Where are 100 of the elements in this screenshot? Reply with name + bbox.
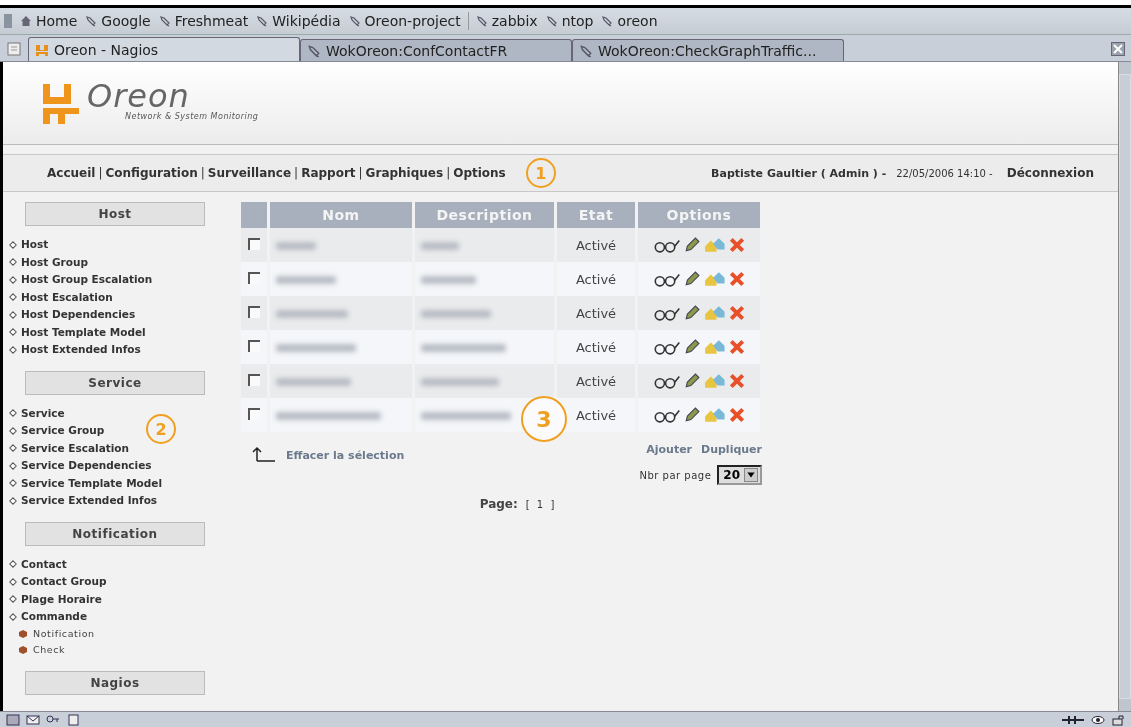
submenu-item[interactable]: Notification xyxy=(33,625,95,642)
nav-link[interactable]: Accueil xyxy=(47,166,96,180)
callout-number: 2 xyxy=(146,414,176,444)
menu-item[interactable]: Host Extended Infos xyxy=(21,341,141,359)
page-icon[interactable] xyxy=(66,713,80,726)
status-cell: Activé xyxy=(557,398,635,432)
pencil-icon[interactable] xyxy=(684,271,701,288)
glasses-icon[interactable] xyxy=(653,305,681,322)
glasses-icon[interactable] xyxy=(653,339,681,356)
bookmark-link[interactable]: oreon xyxy=(597,13,662,29)
delete-icon[interactable] xyxy=(729,237,745,254)
mail-icon[interactable] xyxy=(26,713,40,726)
glasses-icon[interactable] xyxy=(653,373,681,390)
menu-item[interactable]: Service Template Model xyxy=(21,474,163,492)
pencil-icon[interactable] xyxy=(684,373,701,390)
pin-icon xyxy=(85,15,98,27)
section-header: Notification xyxy=(25,521,205,546)
logout-link[interactable]: Déconnexion xyxy=(1006,166,1094,180)
duplicate-link[interactable]: Dupliquer xyxy=(701,443,762,456)
menu-item[interactable]: Host Escalation xyxy=(21,288,113,306)
glasses-icon[interactable] xyxy=(653,237,681,254)
delete-icon[interactable] xyxy=(729,407,745,424)
menu-item[interactable]: Host Dependencies xyxy=(21,306,136,324)
separator: | xyxy=(200,166,205,180)
separator: | xyxy=(294,166,299,180)
pencil-icon[interactable] xyxy=(684,339,701,356)
delete-icon[interactable] xyxy=(729,339,745,356)
browser-tab[interactable]: Oreon - Nagios xyxy=(28,37,300,61)
bookmark-link[interactable]: Home xyxy=(16,13,82,29)
menu-item[interactable]: Host xyxy=(21,236,49,254)
separator: | xyxy=(98,166,103,180)
bookmark-link[interactable]: Oreon-project xyxy=(344,13,465,29)
glasses-icon[interactable] xyxy=(653,407,681,424)
blurred-text xyxy=(276,276,336,284)
header-cell xyxy=(241,202,267,228)
page-label: Page: xyxy=(479,497,518,511)
eye-icon xyxy=(1091,713,1105,726)
checkbox[interactable] xyxy=(248,271,260,284)
blurred-text xyxy=(276,242,316,250)
menu-item[interactable]: Contact xyxy=(21,555,67,573)
submenu-item[interactable]: Check xyxy=(33,642,66,659)
per-page-select[interactable]: 20 xyxy=(717,465,762,485)
pencil-icon[interactable] xyxy=(684,237,701,254)
bookmark-link[interactable]: Wikipédia xyxy=(252,13,345,29)
padlock-icon xyxy=(1111,713,1125,726)
status-cell: Activé xyxy=(557,262,635,296)
toolbar-grip[interactable] xyxy=(4,14,12,28)
delete-icon[interactable] xyxy=(729,305,745,322)
menu-item[interactable]: Service Dependencies xyxy=(21,457,152,475)
page-link[interactable]: [ 1 ] xyxy=(525,498,557,510)
bookmark-link[interactable]: zabbix xyxy=(471,13,542,29)
checkbox[interactable] xyxy=(248,339,260,352)
key-icon[interactable] xyxy=(46,713,60,726)
window-icon[interactable] xyxy=(6,713,20,726)
nav-link[interactable]: Rapport xyxy=(301,166,356,180)
close-icon[interactable] xyxy=(1111,42,1125,56)
clear-selection-link[interactable]: Effacer la sélection xyxy=(286,449,405,462)
browser-tab[interactable]: WokOreon:ConfContactFR xyxy=(300,39,572,61)
checkbox[interactable] xyxy=(248,237,260,250)
pin-icon xyxy=(307,43,321,58)
status-cell: Activé xyxy=(557,228,635,262)
pin-icon xyxy=(348,15,361,27)
tagline: Network & System Monitoring xyxy=(125,111,259,121)
menu-item[interactable]: Host Group Escalation xyxy=(21,271,153,289)
nav-link[interactable]: Graphiques xyxy=(365,166,444,180)
menu-item[interactable]: Commande xyxy=(21,608,87,626)
pin-icon xyxy=(475,15,488,27)
callout-number: 1 xyxy=(525,158,556,188)
pencil-icon[interactable] xyxy=(684,305,701,322)
browser-tab[interactable]: WokOreon:CheckGraphTraffic... xyxy=(572,39,844,61)
column-header: Description xyxy=(415,202,554,228)
glasses-icon[interactable] xyxy=(653,271,681,288)
delete-icon[interactable] xyxy=(729,373,745,390)
separator: | xyxy=(446,166,451,180)
separator: | xyxy=(358,166,363,180)
checkbox[interactable] xyxy=(248,407,260,420)
delete-icon[interactable] xyxy=(729,271,745,288)
scrollbar[interactable] xyxy=(1118,62,1131,711)
section-header: Host xyxy=(25,202,205,226)
menu-item[interactable]: Service xyxy=(21,404,65,422)
bookmark-link[interactable]: Google xyxy=(81,13,155,29)
menu-item[interactable]: Host Template Model xyxy=(21,323,146,341)
section-header: Nagios xyxy=(25,670,205,695)
bookmark-link[interactable]: Freshmeat xyxy=(154,13,253,29)
checkbox[interactable] xyxy=(248,305,260,318)
nav-link[interactable]: Surveillance xyxy=(207,166,292,180)
add-link[interactable]: Ajouter xyxy=(646,443,693,456)
checkbox[interactable] xyxy=(248,373,260,386)
menu-item[interactable]: Service Escalation xyxy=(21,439,130,457)
blurred-text xyxy=(421,242,459,250)
bookmark-link[interactable]: ntop xyxy=(541,13,598,29)
nav-link[interactable]: Options xyxy=(453,166,506,180)
menu-item[interactable]: Host Group xyxy=(21,253,88,271)
pencil-icon[interactable] xyxy=(684,407,701,424)
menu-item[interactable]: Service Group xyxy=(21,422,105,440)
menu-item[interactable]: Service Extended Infos xyxy=(21,492,158,510)
menu-item[interactable]: Plage Horaire xyxy=(21,590,102,608)
nav-link[interactable]: Configuration xyxy=(105,166,198,180)
menu-item[interactable]: Contact Group xyxy=(21,573,107,591)
column-header: Nom xyxy=(270,202,412,228)
